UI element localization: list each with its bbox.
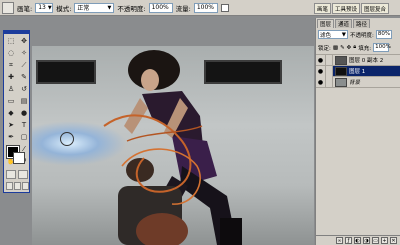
airbrush-icon[interactable] xyxy=(220,3,229,12)
magic-wand-tool-icon[interactable]: ✧ xyxy=(18,48,30,59)
link-slot[interactable] xyxy=(326,76,333,88)
blend-mode-select[interactable]: 滤色 ▼ xyxy=(318,30,348,39)
quick-mask-controls xyxy=(6,170,28,179)
palette-well: 画笔 工具预设 图层复合 xyxy=(314,0,400,16)
flow-value: 100% xyxy=(196,4,214,11)
quick-mask-icon[interactable] xyxy=(18,170,28,179)
layer-name: 图层 0 副本 2 xyxy=(349,58,384,64)
mode-label: 模式: xyxy=(56,4,72,13)
gradient-tool-icon[interactable]: ▤ xyxy=(18,96,30,107)
layer-row[interactable]: ● 图层 0 副本 2 xyxy=(316,54,400,66)
brush-tool-icon[interactable] xyxy=(2,1,14,14)
photo-figure xyxy=(103,50,242,245)
history-brush-tool-icon[interactable]: ↺ xyxy=(18,84,30,95)
tab-layers[interactable]: 图层 xyxy=(317,19,335,28)
mode-select[interactable]: 正常 ▼ xyxy=(74,2,115,13)
layer-row[interactable]: ● 背景 xyxy=(316,76,400,88)
opacity-value: 100% xyxy=(151,4,169,11)
document-canvas[interactable] xyxy=(32,46,314,245)
flow-label: 流量: xyxy=(175,4,191,13)
new-group-icon[interactable]: ▭ xyxy=(372,237,379,244)
path-select-tool-icon[interactable]: ➤ xyxy=(5,120,17,131)
layers-panel: 图层 通道 路径 滤色 ▼ 不透明度: 80% 锁定: ▩ ✎ ✥ 🔒︎ 填充: … xyxy=(315,18,400,245)
opacity-field[interactable]: 100% xyxy=(148,2,173,13)
palette-well-tab[interactable]: 画笔 xyxy=(314,3,332,14)
tab-channels[interactable]: 通道 xyxy=(335,19,353,28)
lock-icon[interactable]: ▩ xyxy=(333,45,338,51)
toolbox: ⬚ ✥ ◌ ✧ ⌗ ⟋ ✚ ✎ ♙ ↺ ▭ ▤ ◆ ● ➤ T ✒ ▢ ▱ ⁄ … xyxy=(3,30,30,193)
layer-row-selected[interactable]: ● 图层 1 xyxy=(316,65,400,77)
screen-mode-icon[interactable] xyxy=(6,182,13,190)
slice-tool-icon[interactable]: ⟋ xyxy=(18,60,30,71)
lock-label: 锁定: xyxy=(318,45,331,52)
layer-style-icon[interactable]: ƒ xyxy=(345,237,352,244)
background-color-swatch[interactable] xyxy=(13,152,25,164)
crop-tool-icon[interactable]: ⌗ xyxy=(5,60,17,71)
layer-opacity-field[interactable]: 80% xyxy=(375,30,392,39)
brush-size-picker[interactable]: 13 ▼ xyxy=(35,2,54,13)
eye-icon[interactable]: ● xyxy=(316,54,326,66)
lasso-tool-icon[interactable]: ◌ xyxy=(5,48,17,59)
pen-tool-icon[interactable]: ✒ xyxy=(5,132,17,143)
opacity-label: 不透明度: xyxy=(117,4,146,13)
adjustment-layer-icon[interactable]: ◑ xyxy=(363,237,370,244)
brush-size-value: 13 xyxy=(38,4,46,11)
blend-mode-value: 滤色 xyxy=(320,32,332,39)
eraser-tool-icon[interactable]: ▭ xyxy=(5,96,17,107)
shape-tool-icon[interactable]: ▢ xyxy=(18,132,30,143)
layer-name: 背景 xyxy=(349,80,361,86)
layer-thumbnail xyxy=(335,66,347,76)
lock-icon[interactable]: 🔒︎ xyxy=(353,44,356,51)
fill-field[interactable]: 100% xyxy=(373,43,391,52)
dodge-tool-icon[interactable]: ● xyxy=(18,108,30,119)
stamp-tool-icon[interactable]: ♙ xyxy=(5,84,17,95)
palette-well-tab[interactable]: 工具预设 xyxy=(332,3,361,14)
screen-mode-controls xyxy=(6,182,29,190)
palette-well-tab[interactable]: 图层复合 xyxy=(361,3,390,14)
blend-row: 滤色 ▼ 不透明度: 80% xyxy=(316,28,400,41)
chevron-down-icon: ▼ xyxy=(107,4,112,11)
new-layer-icon[interactable]: + xyxy=(381,237,388,244)
mode-value: 正常 xyxy=(77,5,90,12)
lock-icon[interactable]: ✥ xyxy=(347,45,352,51)
layers-footer: ∞ ƒ ◐ ◑ ▭ + ✕ xyxy=(316,235,400,245)
marquee-tool-icon[interactable]: ⬚ xyxy=(5,36,17,47)
healing-tool-icon[interactable]: ✚ xyxy=(5,72,17,83)
mask-icon[interactable]: ◐ xyxy=(354,237,361,244)
eye-icon[interactable]: ● xyxy=(316,76,326,88)
brush-link-icon[interactable] xyxy=(326,65,333,77)
lock-icon[interactable]: ✎ xyxy=(340,45,345,51)
blur-tool-icon[interactable]: ◆ xyxy=(5,108,17,119)
lock-row: 锁定: ▩ ✎ ✥ 🔒︎ 填充: 100% xyxy=(316,41,400,54)
fill-label: 填充: xyxy=(358,45,372,52)
tab-paths[interactable]: 路径 xyxy=(353,19,371,28)
layer-thumbnail xyxy=(335,77,347,87)
eye-icon[interactable]: ● xyxy=(316,65,326,77)
brush-label: 画笔: xyxy=(17,4,33,13)
layers-panel-tabs: 图层 通道 路径 xyxy=(316,18,400,28)
layers-empty-area xyxy=(316,87,400,234)
screen-mode-icon[interactable] xyxy=(22,182,29,190)
layer-thumbnail xyxy=(335,55,347,65)
link-slot[interactable] xyxy=(326,54,333,66)
move-tool-icon[interactable]: ✥ xyxy=(18,36,30,47)
type-tool-icon[interactable]: T xyxy=(18,120,30,131)
layer-name: 图层 1 xyxy=(349,69,366,75)
screen-mode-icon[interactable] xyxy=(14,182,21,190)
brush-tool-icon[interactable]: ✎ xyxy=(18,72,30,83)
chevron-down-icon: ▼ xyxy=(341,31,346,38)
flow-field[interactable]: 100% xyxy=(193,2,218,13)
link-layers-icon[interactable]: ∞ xyxy=(336,237,343,244)
standard-mode-icon[interactable] xyxy=(6,170,16,179)
chevron-down-icon: ▼ xyxy=(47,4,52,11)
layer-opacity-label: 不透明度: xyxy=(350,32,374,39)
trash-icon[interactable]: ✕ xyxy=(390,237,397,244)
